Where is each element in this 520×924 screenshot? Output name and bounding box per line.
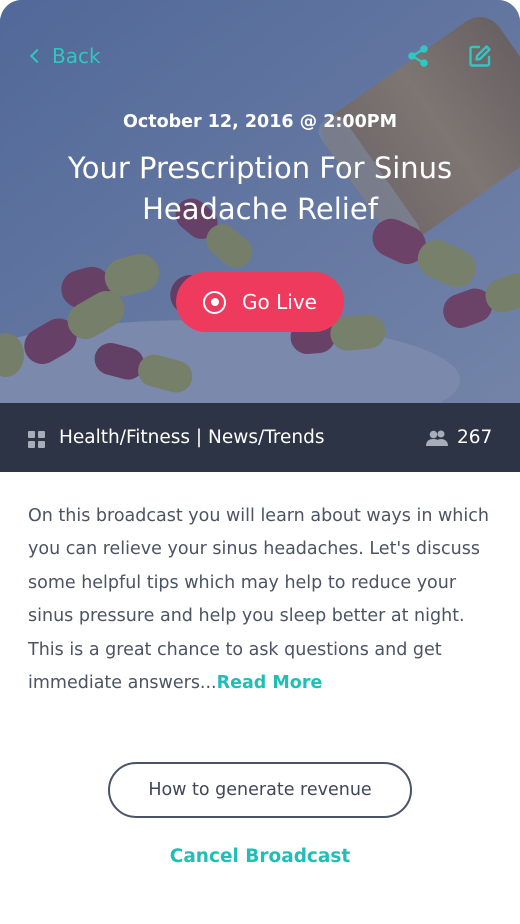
broadcast-title: Your Prescription For Sinus Headache Rel… — [67, 151, 453, 226]
go-live-label: Go Live — [242, 290, 317, 314]
go-live-button[interactable]: Go Live — [176, 272, 344, 332]
description-text: On this broadcast you will learn about w… — [28, 506, 489, 694]
grid-icon — [28, 431, 45, 448]
cancel-broadcast-button[interactable]: Cancel Broadcast — [0, 846, 520, 867]
hero-banner: Back October 12, 2016 @ 2:00PM Your Pres… — [0, 0, 520, 403]
category-list: Health/Fitness | News/Trends — [59, 427, 325, 448]
read-more-link[interactable]: Read More — [217, 673, 323, 693]
broadcast-detail-screen: Back October 12, 2016 @ 2:00PM Your Pres… — [0, 0, 520, 924]
viewer-count: 267 — [457, 427, 493, 448]
generate-revenue-label: How to generate revenue — [148, 780, 372, 800]
category-bar: Health/Fitness | News/Trends 267 — [0, 403, 520, 472]
back-button[interactable]: Back — [28, 42, 101, 70]
share-button[interactable] — [404, 42, 432, 70]
broadcast-datetime: October 12, 2016 @ 2:00PM — [122, 112, 397, 132]
edit-icon — [469, 45, 491, 67]
share-icon — [408, 45, 428, 67]
record-icon — [203, 290, 227, 314]
edit-button[interactable] — [466, 42, 494, 70]
people-icon — [426, 430, 448, 446]
back-label: Back — [52, 44, 101, 68]
generate-revenue-button[interactable]: How to generate revenue — [108, 762, 412, 818]
chevron-left-icon — [29, 48, 45, 64]
broadcast-description: On this broadcast you will learn about w… — [28, 500, 498, 700]
